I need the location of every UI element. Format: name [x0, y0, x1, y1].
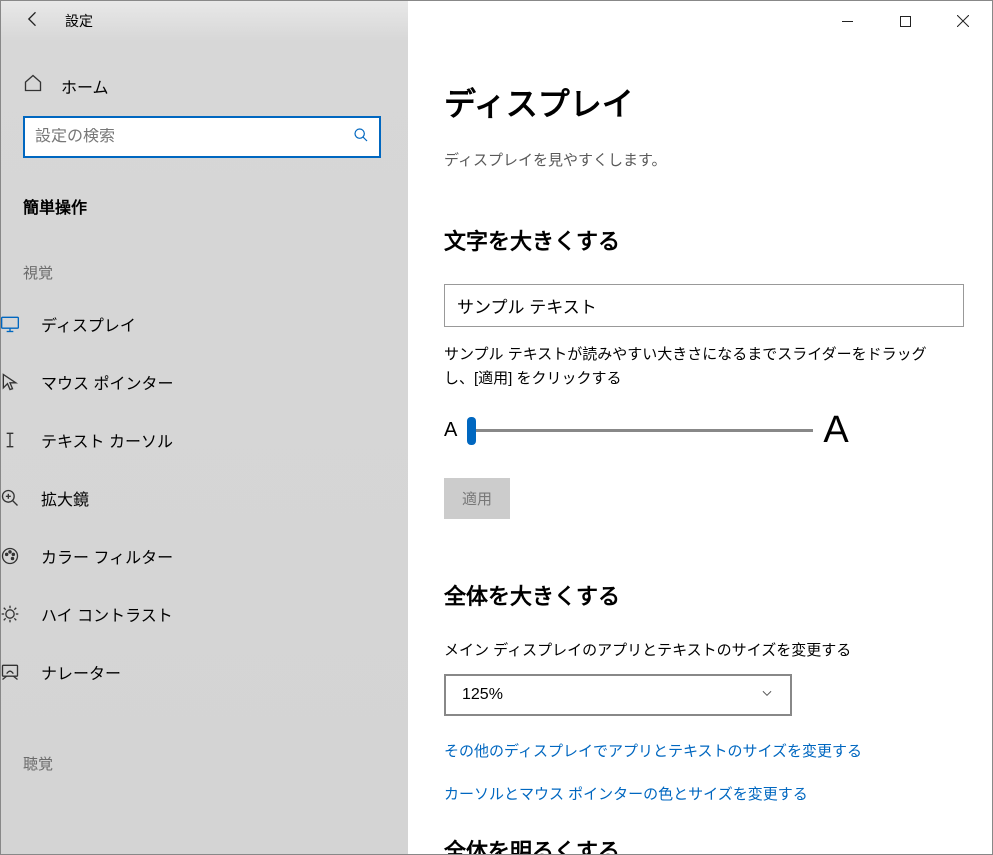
group-label-hearing: 聴覚 — [23, 719, 408, 786]
sidebar-item-display[interactable]: ディスプレイ — [1, 295, 408, 353]
search-box[interactable] — [23, 116, 381, 158]
scale-dropdown-value: 125% — [462, 686, 503, 704]
sidebar-item-magnifier[interactable]: 拡大鏡 — [1, 469, 408, 527]
slider-thumb[interactable] — [467, 417, 476, 445]
back-arrow-icon[interactable] — [23, 9, 43, 33]
sidebar-item-label: マウス ポインター — [41, 370, 173, 394]
chevron-down-icon — [760, 686, 774, 705]
page-subtitle: ディスプレイを見やすくします。 — [444, 149, 956, 170]
sample-text-box: サンプル テキスト — [444, 284, 964, 327]
sidebar-item-label: ナレーター — [41, 660, 121, 684]
text-cursor-icon — [1, 430, 21, 450]
nav-list-visual: ディスプレイ マウス ポインター テキスト カーソル 拡大鏡 — [1, 295, 408, 701]
main-area: ホーム 簡単操作 視覚 ディスプレイ マ — [1, 41, 992, 854]
scale-label: メイン ディスプレイのアプリとテキストのサイズを変更する — [444, 639, 956, 660]
link-cursor-pointer[interactable]: カーソルとマウス ポインターの色とサイズを変更する — [444, 783, 956, 804]
text-size-slider[interactable] — [467, 419, 813, 443]
section-brightness-heading: 全体を明るくする — [444, 834, 956, 854]
group-label-visual: 視覚 — [23, 228, 408, 295]
palette-icon — [1, 546, 21, 566]
sidebar-item-label: ハイ コントラスト — [41, 602, 173, 626]
section-text-bigger-heading: 文字を大きくする — [444, 224, 956, 256]
titlebar-right — [408, 1, 992, 41]
slider-small-a: A — [444, 419, 457, 442]
content-pane: ディスプレイ ディスプレイを見やすくします。 文字を大きくする サンプル テキス… — [408, 41, 992, 854]
apply-button[interactable]: 適用 — [444, 478, 510, 519]
sidebar-item-mouse-pointer[interactable]: マウス ポインター — [1, 353, 408, 411]
sidebar-item-high-contrast[interactable]: ハイ コントラスト — [1, 585, 408, 643]
home-link[interactable]: ホーム — [23, 59, 408, 116]
page-title: ディスプレイ — [444, 79, 956, 125]
link-other-displays[interactable]: その他のディスプレイでアプリとテキストのサイズを変更する — [444, 740, 956, 761]
sidebar-item-label: ディスプレイ — [41, 312, 136, 336]
monitor-icon — [1, 314, 21, 334]
zoom-icon — [1, 488, 21, 508]
sidebar-item-color-filter[interactable]: カラー フィルター — [1, 527, 408, 585]
sidebar-item-narrator[interactable]: ナレーター — [1, 643, 408, 701]
pointer-icon — [1, 372, 21, 392]
text-size-slider-row: A A — [444, 409, 956, 452]
category-label: 簡単操作 — [23, 180, 408, 228]
sidebar-item-label: テキスト カーソル — [41, 428, 173, 452]
window-title: 設定 — [65, 11, 93, 31]
sidebar-item-label: 拡大鏡 — [41, 486, 89, 510]
slider-description: サンプル テキストが読みやすい大きさになるまでスライダーをドラッグし、[適用] … — [444, 343, 956, 391]
sidebar: ホーム 簡単操作 視覚 ディスプレイ マ — [1, 41, 408, 854]
sidebar-item-label: カラー フィルター — [41, 544, 173, 568]
close-button[interactable] — [934, 1, 992, 41]
titlebar: 設定 — [1, 1, 992, 41]
slider-track-line — [467, 429, 813, 432]
scale-dropdown[interactable]: 125% — [444, 674, 792, 716]
contrast-icon — [1, 604, 21, 624]
slider-big-a: A — [823, 409, 848, 452]
home-label: ホーム — [61, 74, 109, 98]
home-icon — [23, 73, 43, 98]
maximize-button[interactable] — [876, 1, 934, 41]
section-all-bigger-heading: 全体を大きくする — [444, 579, 956, 611]
titlebar-left: 設定 — [1, 1, 408, 41]
narrator-icon — [1, 662, 21, 682]
search-icon — [353, 127, 369, 147]
sidebar-item-text-cursor[interactable]: テキスト カーソル — [1, 411, 408, 469]
search-input[interactable] — [35, 128, 353, 146]
minimize-button[interactable] — [818, 1, 876, 41]
